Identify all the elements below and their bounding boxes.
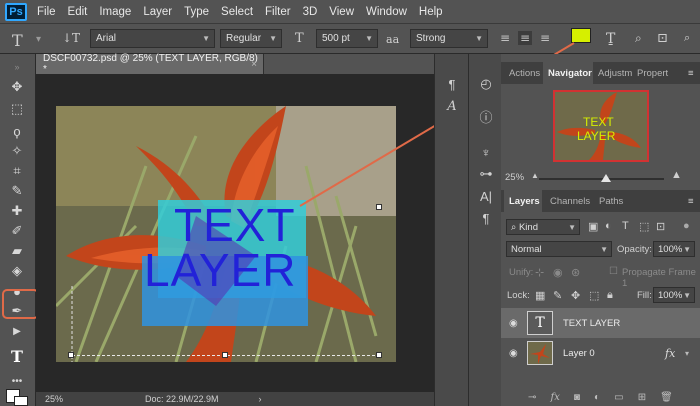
opacity-value: 100% xyxy=(658,243,683,255)
link-layers-icon[interactable]: ⊸ xyxy=(528,392,536,403)
paragraph-styles-icon[interactable]: ¶ xyxy=(476,208,496,228)
brush-settings-icon[interactable]: ♆ xyxy=(476,142,496,162)
add-style-icon[interactable]: fx xyxy=(551,392,560,403)
character-icon[interactable]: A xyxy=(442,96,462,116)
navigator-preview: TEXT LAYER xyxy=(555,92,647,160)
filter-toggle-icon[interactable]: ● xyxy=(683,220,690,232)
navigator-thumbnail[interactable]: TEXT LAYER xyxy=(553,90,649,162)
layers-panel-footer: ⊸ fx ◙ ◐ ▭ ⊞ 🗑︎ xyxy=(501,388,700,406)
lock-artboard-icon[interactable]: ⬚ xyxy=(589,289,599,302)
chevron-down-icon[interactable]: ▾ xyxy=(685,349,689,358)
add-mask-icon[interactable]: ◙ xyxy=(574,392,580,403)
zoom-out-icon[interactable]: ▲ xyxy=(531,171,539,180)
fill-value: 100% xyxy=(658,289,683,301)
document-size: Doc: 22.9M/22.9M xyxy=(145,394,219,404)
blend-mode-select[interactable]: Normal ▼ xyxy=(506,241,612,257)
navigator-tab-row: Actions Navigator Adjustm Propert ≡ xyxy=(501,62,700,84)
panel-menu-icon[interactable]: ≡ xyxy=(683,190,694,212)
unify-style-icon[interactable]: ⊛ xyxy=(571,266,580,279)
tab-adjustments[interactable]: Adjustm xyxy=(593,62,632,84)
blend-mode-value: Normal xyxy=(511,243,542,255)
dock-column-1: ¶ A xyxy=(434,54,468,406)
fill-label: Fill: xyxy=(637,290,652,301)
layer-row[interactable]: ◉ Layer 0 fx ▾ xyxy=(501,338,700,368)
tab-channels[interactable]: Channels xyxy=(545,190,590,212)
tool-presets-icon[interactable]: ⊶ xyxy=(476,164,496,184)
opacity-label: Opacity: xyxy=(617,244,652,255)
chevron-down-icon: ▼ xyxy=(600,244,608,254)
delete-layer-icon[interactable]: 🗑︎ xyxy=(660,392,673,403)
layer-effects-icon[interactable]: fx xyxy=(665,347,675,360)
lock-all-icon[interactable]: 🔒︎ xyxy=(607,289,613,302)
status-menu-arrow[interactable]: › xyxy=(259,394,262,404)
layer-filter-select[interactable]: ⌕ Kind ▼ xyxy=(506,219,580,235)
right-panels: Actions Navigator Adjustm Propert ≡ TEXT… xyxy=(501,54,700,406)
zoom-slider-thumb[interactable] xyxy=(601,174,611,182)
zoom-level[interactable]: 25% xyxy=(45,394,95,404)
unify-label: Unify: xyxy=(509,267,534,278)
dock-column-2: ◴ ⓘ ♆ ⊶ A| ¶ xyxy=(468,54,502,406)
visibility-eye-icon[interactable]: ◉ xyxy=(509,318,518,329)
info-icon[interactable]: ⓘ xyxy=(476,106,496,126)
filter-type-icon[interactable]: T xyxy=(622,220,629,232)
kind-filter-value: Kind xyxy=(518,221,538,233)
character-styles-icon[interactable]: A| xyxy=(476,186,496,206)
chevron-down-icon: ▼ xyxy=(683,244,691,254)
visibility-eye-icon[interactable]: ◉ xyxy=(509,348,518,359)
opacity-input[interactable]: 100% ▼ xyxy=(653,241,695,257)
tab-properties[interactable]: Propert xyxy=(632,62,668,84)
lock-transparent-icon[interactable]: ▦ xyxy=(535,289,545,302)
fill-input[interactable]: 100% ▼ xyxy=(653,287,695,303)
navigator-zoom[interactable]: 25% xyxy=(505,172,524,183)
lock-pixels-icon[interactable]: ✎ xyxy=(553,289,562,302)
layer-thumbnail xyxy=(527,341,553,365)
new-layer-icon[interactable]: ⊞ xyxy=(638,392,646,403)
paragraph-icon[interactable]: ¶ xyxy=(442,74,462,94)
new-group-icon[interactable]: ▭ xyxy=(614,392,623,403)
zoom-in-icon[interactable]: ▲ xyxy=(671,169,682,181)
filter-shape-icon[interactable]: ⬚ xyxy=(639,220,649,233)
unify-visibility-icon[interactable]: ◉ xyxy=(553,266,563,279)
kind-filter-label: ⌕ Kind xyxy=(511,221,538,233)
unify-position-icon[interactable]: ⊹ xyxy=(535,266,544,279)
layer-name[interactable]: Layer 0 xyxy=(563,348,595,359)
filter-adjustment-icon[interactable]: ◐ xyxy=(605,220,612,232)
panel-dock-strip: ¶ A ◴ ⓘ ♆ ⊶ A| ¶ xyxy=(434,54,502,406)
text-layer-thumbnail-icon: T xyxy=(527,311,553,335)
history-icon[interactable]: ◴ xyxy=(476,74,496,94)
tab-layers[interactable]: Layers xyxy=(504,190,542,212)
lock-label: Lock: xyxy=(507,290,530,301)
lock-position-icon[interactable]: ✥ xyxy=(571,289,580,302)
filter-smart-object-icon[interactable]: ⊡ xyxy=(656,220,665,233)
chevron-down-icon: ▼ xyxy=(568,222,576,232)
layer-name[interactable]: TEXT LAYER xyxy=(563,318,620,329)
propagate-checkbox[interactable]: ☐ xyxy=(609,266,618,277)
new-adjustment-layer-icon[interactable]: ◐ xyxy=(594,392,600,403)
panel-menu-icon[interactable]: ≡ xyxy=(683,62,694,84)
status-bar: 25% Doc: 22.9M/22.9M › xyxy=(36,392,434,406)
chevron-down-icon: ▼ xyxy=(683,290,691,300)
svg-text:LAYER: LAYER xyxy=(577,129,616,143)
propagate-label: Propagate Frame 1 xyxy=(622,267,696,289)
svg-text:TEXT: TEXT xyxy=(583,115,614,129)
layer-row[interactable]: ◉ T TEXT LAYER xyxy=(501,308,700,338)
layer-thumbnail-image xyxy=(528,342,552,364)
tab-paths[interactable]: Paths xyxy=(594,190,623,212)
layers-tab-row: Layers Channels Paths ≡ xyxy=(501,190,700,212)
filter-pixel-icon[interactable]: ▣ xyxy=(588,220,598,233)
tab-navigator[interactable]: Navigator xyxy=(543,62,593,84)
tab-actions[interactable]: Actions xyxy=(504,62,540,84)
